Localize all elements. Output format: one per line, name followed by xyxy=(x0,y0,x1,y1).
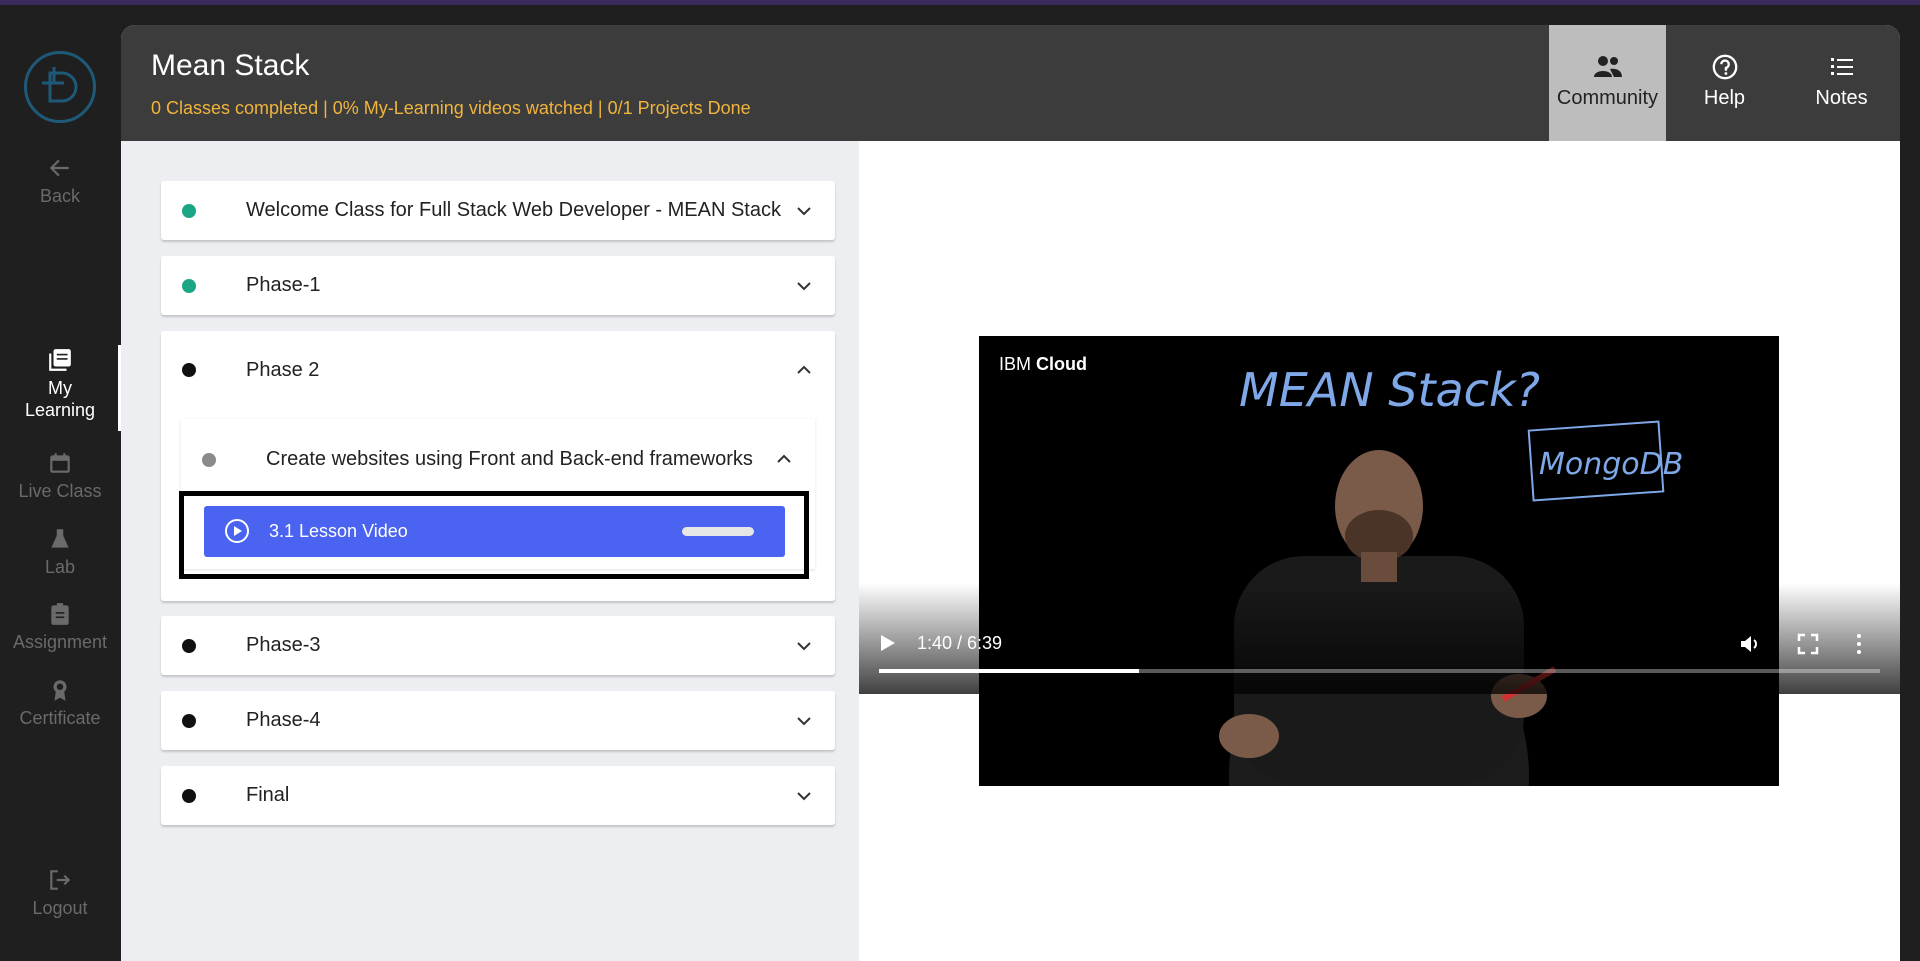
accordion-final[interactable]: Final xyxy=(161,766,835,825)
left-sidebar: Back My Learning Live Class Lab Assignme… xyxy=(0,5,121,961)
chevron-down-icon[interactable] xyxy=(795,637,813,655)
sidebar-item-label: My Learning xyxy=(25,378,96,420)
status-dot xyxy=(202,453,216,467)
video-frame[interactable]: IBM Cloud MEAN Stack? MongoDB xyxy=(979,336,1779,786)
main-panel: Mean Stack 0 Classes completed | 0% My-L… xyxy=(121,25,1900,961)
chevron-down-icon[interactable] xyxy=(795,277,813,295)
video-seek-bar[interactable] xyxy=(879,669,1880,673)
status-dot xyxy=(182,789,196,803)
accordion-title: Final xyxy=(246,784,290,806)
sidebar-item-label: Lab xyxy=(44,557,76,577)
help-circle-icon xyxy=(1712,54,1737,80)
sidebar-item-back[interactable]: Back xyxy=(0,155,120,207)
volume-icon[interactable] xyxy=(1739,633,1763,655)
chevron-up-icon[interactable] xyxy=(775,450,793,468)
board-note: MongoDB xyxy=(1539,447,1683,482)
lesson-video-item[interactable]: 3.1 Lesson Video xyxy=(204,506,785,557)
accordion-title: Phase-4 xyxy=(246,709,321,731)
sidebar-item-label: Logout xyxy=(32,898,88,918)
sidebar-item-label: Assignment xyxy=(12,632,108,652)
sidebar-item-lab[interactable]: Lab xyxy=(0,526,120,578)
help-button[interactable]: Help xyxy=(1666,25,1783,141)
sidebar-item-live-class[interactable]: Live Class xyxy=(0,450,120,502)
community-button[interactable]: Community xyxy=(1549,25,1666,141)
arrow-left-icon xyxy=(49,159,69,177)
community-label: Community xyxy=(1556,87,1659,109)
sidebar-item-assignment[interactable]: Assignment xyxy=(0,601,120,653)
sidebar-item-certificate[interactable]: Certificate xyxy=(0,677,120,729)
lesson-progress-bar xyxy=(682,527,754,536)
video-controls: 1:40 / 6:39 xyxy=(859,583,1900,694)
course-outline: Welcome Class for Full Stack Web Develop… xyxy=(121,141,859,961)
video-panel: IBM Cloud MEAN Stack? MongoDB xyxy=(859,141,1900,961)
course-header: Mean Stack 0 Classes completed | 0% My-L… xyxy=(121,25,1900,141)
chevron-up-icon[interactable] xyxy=(795,361,813,379)
book-stack-icon xyxy=(49,349,71,371)
accordion-phase-3[interactable]: Phase-3 xyxy=(161,616,835,675)
sidebar-item-label: Back xyxy=(39,186,81,206)
brand-logo[interactable] xyxy=(24,51,96,123)
notes-button[interactable]: Notes xyxy=(1783,25,1900,141)
status-dot xyxy=(182,714,196,728)
status-dot xyxy=(182,204,196,218)
list-icon xyxy=(1830,58,1853,75)
accordion-title: Phase-3 xyxy=(246,634,321,656)
people-icon xyxy=(1593,56,1622,77)
chevron-down-icon[interactable] xyxy=(795,712,813,730)
accordion-title: Phase 2 xyxy=(246,359,320,381)
top-accent-strip xyxy=(0,0,1920,5)
chevron-down-icon[interactable] xyxy=(795,787,813,805)
sidebar-item-label: Live Class xyxy=(18,481,102,501)
flask-icon xyxy=(51,529,69,548)
lesson-label: 3.1 Lesson Video xyxy=(269,521,408,541)
sidebar-item-my-learning[interactable]: My Learning xyxy=(0,347,120,421)
status-dot xyxy=(182,279,196,293)
accordion-title: Welcome Class for Full Stack Web Develop… xyxy=(246,199,781,221)
sidebar-item-logout[interactable]: Logout xyxy=(0,867,120,919)
board-title: MEAN Stack? xyxy=(1239,363,1540,417)
video-time: 1:40 / 6:39 xyxy=(917,633,1003,653)
lesson-highlight-frame: 3.1 Lesson Video xyxy=(179,491,809,579)
play-circle-icon xyxy=(225,519,249,543)
accordion-title: Phase-1 xyxy=(246,274,321,296)
ribbon-icon xyxy=(53,680,67,701)
accordion-phase-4[interactable]: Phase-4 xyxy=(161,691,835,750)
status-dot xyxy=(182,639,196,653)
clipboard-icon xyxy=(51,603,69,625)
accordion-welcome-class[interactable]: Welcome Class for Full Stack Web Develop… xyxy=(161,181,835,240)
course-progress-summary: 0 Classes completed | 0% My-Learning vid… xyxy=(151,98,751,118)
calendar-icon xyxy=(50,453,70,473)
status-dot xyxy=(182,363,196,377)
more-vertical-icon[interactable] xyxy=(1855,633,1863,655)
video-seek-progress xyxy=(879,669,1140,673)
fullscreen-icon[interactable] xyxy=(1797,633,1819,655)
page-title: Mean Stack xyxy=(151,49,310,82)
accordion-phase-1[interactable]: Phase-1 xyxy=(161,256,835,315)
logo-mark-icon xyxy=(42,67,78,103)
accordion-phase-2[interactable]: Phase 2 Create websites using Front and … xyxy=(161,331,835,601)
chevron-down-icon[interactable] xyxy=(795,202,813,220)
help-label: Help xyxy=(1703,87,1746,109)
play-icon[interactable] xyxy=(879,633,897,653)
sub-accordion-title: Create websites using Front and Back-end… xyxy=(266,448,753,470)
logout-icon xyxy=(50,870,71,890)
notes-label: Notes xyxy=(1815,87,1868,109)
sidebar-item-label: Certificate xyxy=(19,708,101,728)
lecture-video-still: MEAN Stack? MongoDB xyxy=(1219,363,1683,786)
